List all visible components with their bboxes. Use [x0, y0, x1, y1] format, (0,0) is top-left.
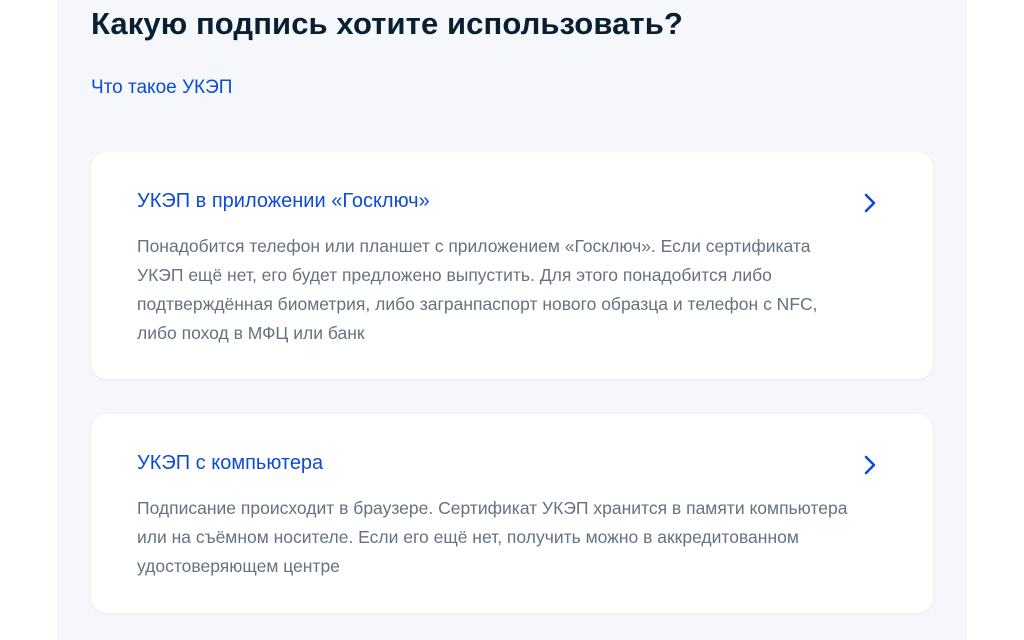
option-card-goskey[interactable]: УКЭП в приложении «Госключ» Понадобится … [91, 152, 933, 379]
what-is-ukep-link[interactable]: Что такое УКЭП [91, 77, 232, 99]
option-description: Понадобится телефон или планшет с прилож… [137, 236, 818, 343]
option-description: Подписание происходит в браузере. Сертиф… [137, 498, 848, 576]
option-title[interactable]: УКЭП в приложении «Госключ» [137, 190, 430, 213]
chevron-right-icon[interactable] [859, 454, 881, 476]
option-title[interactable]: УКЭП с компьютера [137, 452, 323, 475]
page-title: Какую подпись хотите использовать? [91, 6, 683, 41]
option-card-computer[interactable]: УКЭП с компьютера Подписание происходит … [91, 414, 933, 613]
chevron-right-icon[interactable] [859, 192, 881, 214]
